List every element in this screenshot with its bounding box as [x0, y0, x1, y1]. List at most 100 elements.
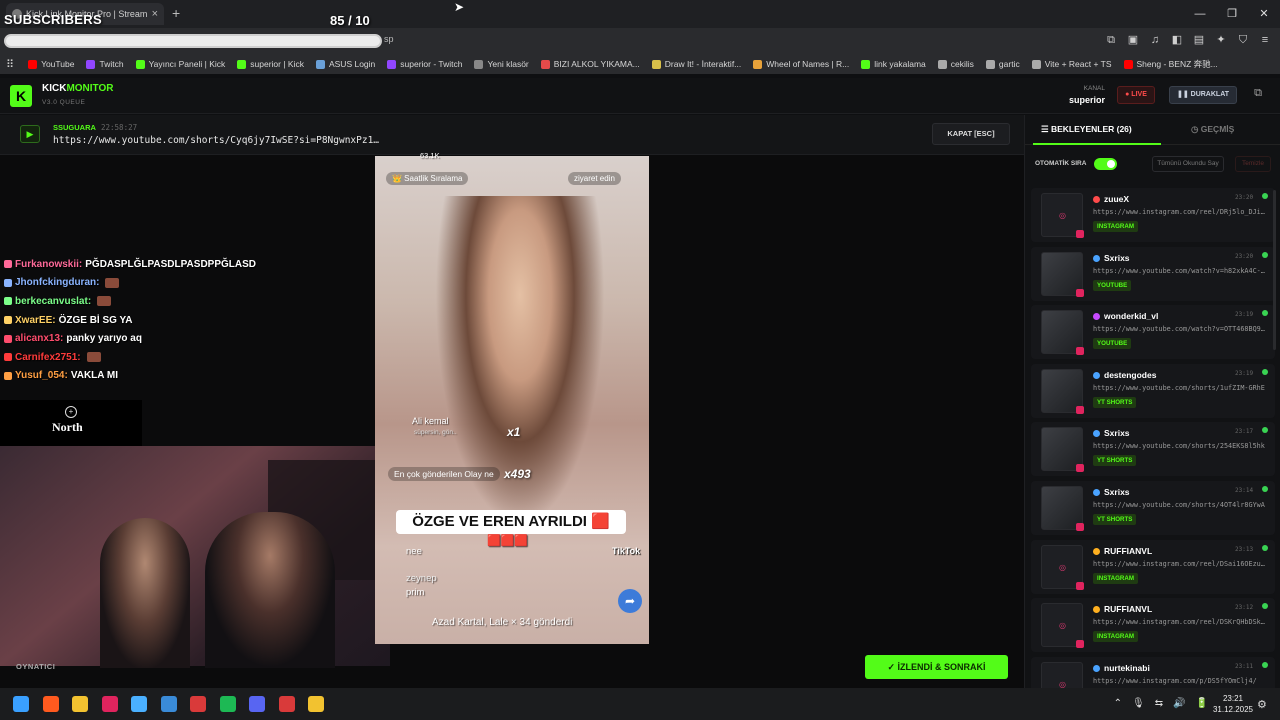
watched-next-button[interactable]: ✓ İZLENDİ & SONRAKİ [865, 655, 1008, 679]
maps-icon[interactable] [101, 696, 118, 712]
files-icon[interactable] [72, 696, 88, 712]
queue-url[interactable]: https://www.instagram.com/p/DS5fYOmClj4/ [1093, 677, 1271, 685]
notification-icon[interactable]: ⚙ [1257, 698, 1267, 711]
close-window-button[interactable]: ✕ [1248, 0, 1280, 28]
bookmark-item[interactable]: cekilis [937, 58, 974, 70]
bookmark-item[interactable]: Wheel of Names | R... [753, 58, 849, 70]
queue-item[interactable]: ◎ RUFFIANVL 23:12 https://www.instagram.com… [1031, 598, 1275, 653]
wallet-icon[interactable]: ▤ [1192, 33, 1206, 47]
queue-thumbnail [1041, 486, 1084, 531]
bookmark-item[interactable]: Draw It! - İnteraktif... [651, 58, 741, 70]
bookmark-item[interactable]: ASUS Login [315, 58, 375, 70]
clock-date: 31.12.2025 [1212, 705, 1254, 714]
url-input[interactable] [4, 34, 382, 48]
minimize-button[interactable]: — [1184, 0, 1216, 28]
close-button[interactable]: KAPAT [ESC] [932, 123, 1010, 145]
queue-item[interactable]: Sxrixs 23:20 https://www.youtube.com/watch… [1031, 246, 1275, 301]
chat-badge-icon [4, 371, 12, 380]
menu-icon[interactable]: ≡ [1258, 33, 1272, 47]
chrome-icon[interactable] [308, 696, 324, 712]
bookmark-item[interactable]: Yayıncı Paneli | Kick [135, 58, 225, 70]
queue-url[interactable]: https://www.youtube.com/shorts/254EKS8l5… [1093, 442, 1271, 450]
bookmark-item[interactable]: Twitch [86, 58, 124, 70]
tray-icon[interactable]: 🔋 [1196, 698, 1208, 709]
extensions-icon[interactable]: ⧉ [1104, 33, 1118, 47]
bookmark-label: YouTube [41, 59, 75, 69]
leo-icon[interactable]: ✦ [1214, 33, 1228, 47]
queue-item[interactable]: ◎ nurtekinabi 23:11 https://www.instagram.c… [1031, 656, 1275, 688]
queue-panel: ☰ BEKLEYENLER (26) ◷ GEÇMİŞ OTOMATİK SIR… [1024, 115, 1280, 688]
steam-icon[interactable] [131, 696, 147, 712]
bookmark-item[interactable]: Yeni klasör [474, 58, 529, 70]
platform-icon [1076, 464, 1084, 473]
queue-url[interactable]: https://www.youtube.com/watch?v=h82xkA4C… [1093, 267, 1271, 275]
bookmark-label: superior - Twitch [400, 59, 463, 69]
video-player[interactable] [375, 156, 649, 644]
queue-url[interactable]: https://www.instagram.com/reel/DSKrQHbDS… [1093, 618, 1271, 626]
bookmark-favicon-icon [237, 59, 247, 69]
sidebar-icon[interactable]: ◧ [1170, 33, 1184, 47]
pause-button[interactable]: ❚❚ DURAKLAT [1169, 86, 1237, 104]
bookmark-item[interactable]: superior | Kick [237, 58, 304, 70]
queue-sender: destengodes [1104, 369, 1157, 380]
edge-icon[interactable] [160, 696, 177, 712]
queue-url[interactable]: https://www.youtube.com/shorts/1ufZIM-GR… [1093, 384, 1271, 392]
tray-icon[interactable]: ⌃ [1114, 698, 1122, 709]
bookmark-item[interactable]: superior - Twitch [387, 58, 462, 70]
bookmark-item[interactable]: Sheng - BENZ 奔驰... [1123, 58, 1218, 70]
tab-search-icon[interactable]: ▣ [1126, 33, 1140, 47]
live-status-button[interactable]: ● LIVE [1117, 86, 1155, 104]
queue-scrollbar[interactable] [1273, 190, 1276, 350]
new-tab-button[interactable]: + [172, 5, 180, 21]
queue-url[interactable]: https://www.youtube.com/shorts/4OT4lr8GY… [1093, 501, 1271, 509]
mark-all-read-button[interactable]: Tümünü Okundu Say [1152, 156, 1224, 172]
clear-button[interactable]: Temizle [1235, 156, 1271, 172]
tab-waiting[interactable]: ☰ BEKLEYENLER (26) [1041, 124, 1132, 135]
toolbar-icons: ⧉ ▣ ♫ ◧ ▤ ✦ ⛉ ≡ [1104, 33, 1272, 47]
platform-tag: YOUTUBE [1093, 279, 1132, 291]
brave-icon[interactable] [42, 696, 59, 712]
windows-start-icon[interactable] [13, 696, 29, 712]
bookmark-label: Twitch [99, 59, 124, 69]
vpn-icon[interactable]: ⛉ [1236, 33, 1250, 47]
apps-icon[interactable]: ⠿ [6, 58, 14, 71]
sender-badge-icon [1093, 489, 1100, 496]
queue-url[interactable]: https://www.instagram.com/reel/DRj5lo_DJ… [1093, 208, 1271, 216]
bookmark-item[interactable]: link yakalama [861, 58, 926, 70]
bookmark-item[interactable]: BIZI ALKOL YIKAMA... [540, 58, 640, 70]
queue-url[interactable]: https://www.instagram.com/reel/DSai16OEz… [1093, 560, 1271, 568]
queue-item[interactable]: ◎ RUFFIANVL 23:13 https://www.instagram.com… [1031, 539, 1275, 594]
anydesk-icon[interactable] [278, 696, 295, 712]
auto-queue-toggle[interactable] [1094, 158, 1117, 170]
discord-icon[interactable] [249, 696, 265, 712]
tray-icon[interactable]: 🔊 [1173, 698, 1185, 709]
system-tray: ⌃ 🎙 ⇆ 🔊 🔋 [1114, 698, 1208, 709]
spotify-icon[interactable] [219, 696, 236, 712]
instagram-icon: ◎ [1059, 562, 1066, 572]
queue-item[interactable]: Sxrixs 23:17 https://www.youtube.com/short… [1031, 422, 1275, 477]
queue-time: 23:19 [1235, 369, 1254, 377]
bookmark-item[interactable]: YouTube [28, 58, 74, 70]
chat-text: VAKLA MI [70, 370, 119, 382]
queue-item[interactable]: destengodes 23:19 https://www.youtube.com/… [1031, 363, 1275, 418]
url-tail-text: sp [384, 34, 394, 44]
tray-icon[interactable]: 🎙 [1132, 698, 1145, 709]
tray-icon[interactable]: ⇆ [1155, 698, 1163, 709]
bookmark-favicon-icon [387, 59, 397, 69]
tab-close-icon[interactable]: × [152, 8, 158, 20]
queue-url[interactable]: https://www.youtube.com/watch?v=OTT468BQ… [1093, 325, 1271, 333]
chat-emote-icon [105, 277, 120, 288]
queue-item[interactable]: Sxrixs 23:14 https://www.youtube.com/short… [1031, 481, 1275, 535]
tab-history[interactable]: ◷ GEÇMİŞ [1191, 124, 1234, 135]
media-icon[interactable]: ♫ [1148, 33, 1162, 47]
current-url[interactable]: https://www.youtube.com/shorts/Cyq6jy7Iw… [53, 135, 379, 146]
queue-item[interactable]: wonderkid_vl 23:19 https://www.youtube.com… [1031, 305, 1275, 360]
bookmark-item[interactable]: Vite + React + TS [1031, 58, 1112, 70]
external-link-icon[interactable]: ⧉ [1250, 87, 1266, 103]
video-gift-label: En çok gönderilen Olay ne [388, 467, 500, 481]
queue-item[interactable]: ◎ zuueX 23:20 https://www.instagram.com/ree… [1031, 188, 1275, 242]
bookmark-item[interactable]: gartic [985, 58, 1020, 70]
platform-icon [1076, 405, 1084, 414]
maximize-button[interactable]: ❐ [1216, 0, 1248, 28]
teamspeak-icon[interactable] [190, 696, 206, 712]
